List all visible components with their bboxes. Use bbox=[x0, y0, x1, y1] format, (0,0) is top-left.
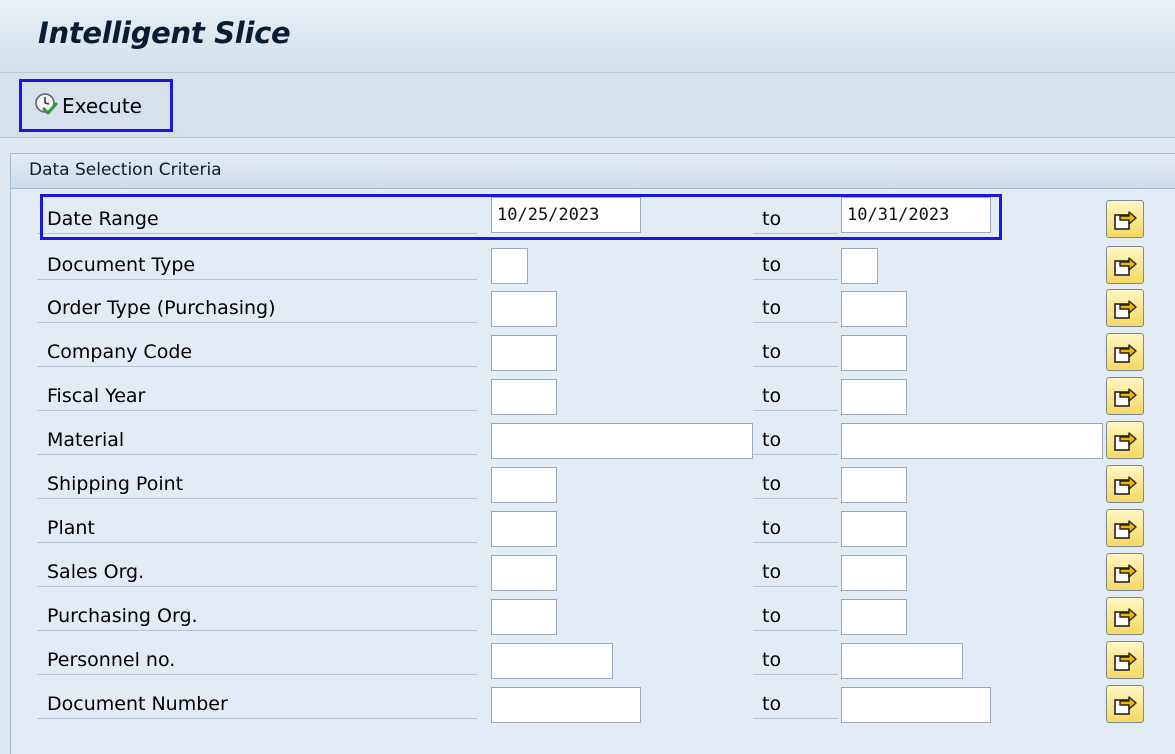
to-label: to bbox=[753, 204, 838, 234]
sales-org-from-input[interactable] bbox=[491, 555, 557, 591]
multiple-selection-arrow-icon bbox=[1114, 520, 1137, 539]
company-code-from-input[interactable] bbox=[491, 335, 557, 371]
to-label: to bbox=[753, 469, 838, 499]
to-label: to bbox=[753, 425, 838, 455]
to-label: to bbox=[753, 645, 838, 675]
to-label: to bbox=[753, 513, 838, 543]
criteria-row-sales-org: Sales Org. to bbox=[11, 553, 1175, 601]
multiple-selection-button[interactable] bbox=[1106, 421, 1144, 459]
multiple-selection-button[interactable] bbox=[1106, 377, 1144, 415]
criteria-row-company-code: Company Code to bbox=[11, 333, 1175, 381]
material-from-input[interactable] bbox=[491, 423, 753, 459]
multiple-selection-arrow-icon bbox=[1114, 388, 1137, 407]
multiple-selection-button[interactable] bbox=[1106, 465, 1144, 503]
order-type-purchasing-to-input[interactable] bbox=[841, 291, 907, 327]
criteria-row-document-type: Document Type to bbox=[11, 246, 1175, 294]
to-label: to bbox=[753, 250, 838, 280]
personnel-no-to-input[interactable] bbox=[841, 643, 963, 679]
multiple-selection-button[interactable] bbox=[1106, 200, 1144, 238]
multiple-selection-arrow-icon bbox=[1114, 211, 1137, 230]
criteria-row-order-type-purchasing: Order Type (Purchasing) to bbox=[11, 289, 1175, 337]
criteria-row-personnel-no: Personnel no. to bbox=[11, 641, 1175, 689]
multiple-selection-button[interactable] bbox=[1106, 553, 1144, 591]
multiple-selection-button[interactable] bbox=[1106, 685, 1144, 723]
row-label: Plant bbox=[37, 513, 477, 543]
date-range-to-input[interactable]: 10/31/2023 bbox=[841, 197, 991, 233]
document-number-to-input[interactable] bbox=[841, 687, 991, 723]
to-label: to bbox=[753, 689, 838, 719]
multiple-selection-button[interactable] bbox=[1106, 597, 1144, 635]
criteria-row-material: Material to bbox=[11, 421, 1175, 469]
shipping-point-to-input[interactable] bbox=[841, 467, 907, 503]
document-type-from-input[interactable] bbox=[491, 248, 528, 284]
criteria-row-date-range: Date Range 10/25/2023 to 10/31/2023 bbox=[11, 197, 1175, 248]
row-label: Date Range bbox=[37, 204, 477, 234]
to-label: to bbox=[753, 337, 838, 367]
criteria-row-document-number: Document Number to bbox=[11, 685, 1175, 733]
row-label: Sales Org. bbox=[37, 557, 477, 587]
page-title: Intelligent Slice bbox=[38, 16, 291, 50]
criteria-row-fiscal-year: Fiscal Year to bbox=[11, 377, 1175, 425]
row-label: Material bbox=[37, 425, 477, 455]
row-label: Fiscal Year bbox=[37, 381, 477, 411]
multiple-selection-button[interactable] bbox=[1106, 641, 1144, 679]
material-to-input[interactable] bbox=[841, 423, 1103, 459]
company-code-to-input[interactable] bbox=[841, 335, 907, 371]
data-selection-criteria-panel: Data Selection Criteria Date Range 10/25/… bbox=[10, 153, 1175, 754]
fiscal-year-from-input[interactable] bbox=[491, 379, 557, 415]
execute-button[interactable]: Execute bbox=[19, 79, 173, 132]
multiple-selection-button[interactable] bbox=[1106, 509, 1144, 547]
row-label: Personnel no. bbox=[37, 645, 477, 675]
row-label: Shipping Point bbox=[37, 469, 477, 499]
criteria-row-shipping-point: Shipping Point to bbox=[11, 465, 1175, 513]
sales-org-to-input[interactable] bbox=[841, 555, 907, 591]
multiple-selection-arrow-icon bbox=[1114, 257, 1137, 276]
multiple-selection-arrow-icon bbox=[1114, 300, 1137, 319]
multiple-selection-arrow-icon bbox=[1114, 476, 1137, 495]
multiple-selection-arrow-icon bbox=[1114, 696, 1137, 715]
panel-header: Data Selection Criteria bbox=[11, 154, 1175, 189]
criteria-row-plant: Plant to bbox=[11, 509, 1175, 557]
criteria-row-purchasing-org: Purchasing Org. to bbox=[11, 597, 1175, 645]
document-number-from-input[interactable] bbox=[491, 687, 641, 723]
to-label: to bbox=[753, 601, 838, 631]
row-label: Company Code bbox=[37, 337, 477, 367]
multiple-selection-arrow-icon bbox=[1114, 564, 1137, 583]
multiple-selection-button[interactable] bbox=[1106, 289, 1144, 327]
multiple-selection-button[interactable] bbox=[1106, 333, 1144, 371]
purchasing-org-from-input[interactable] bbox=[491, 599, 557, 635]
panel-title: Data Selection Criteria bbox=[29, 160, 222, 180]
to-label: to bbox=[753, 381, 838, 411]
title-bar: Intelligent Slice bbox=[0, 0, 1175, 73]
row-label: Document Type bbox=[37, 250, 477, 280]
multiple-selection-arrow-icon bbox=[1114, 652, 1137, 671]
multiple-selection-arrow-icon bbox=[1114, 608, 1137, 627]
multiple-selection-button[interactable] bbox=[1106, 246, 1144, 284]
to-label: to bbox=[753, 293, 838, 323]
toolbar: Execute bbox=[0, 73, 1175, 138]
plant-from-input[interactable] bbox=[491, 511, 557, 547]
shipping-point-from-input[interactable] bbox=[491, 467, 557, 503]
row-label: Order Type (Purchasing) bbox=[37, 293, 477, 323]
to-label: to bbox=[753, 557, 838, 587]
row-label: Document Number bbox=[37, 689, 477, 719]
execute-clock-icon bbox=[34, 92, 62, 120]
document-type-to-input[interactable] bbox=[841, 248, 878, 284]
multiple-selection-arrow-icon bbox=[1114, 432, 1137, 451]
multiple-selection-arrow-icon bbox=[1114, 344, 1137, 363]
date-range-from-input[interactable]: 10/25/2023 bbox=[491, 197, 641, 233]
fiscal-year-to-input[interactable] bbox=[841, 379, 907, 415]
execute-label: Execute bbox=[62, 93, 142, 118]
personnel-no-from-input[interactable] bbox=[491, 643, 613, 679]
order-type-purchasing-from-input[interactable] bbox=[491, 291, 557, 327]
purchasing-org-to-input[interactable] bbox=[841, 599, 907, 635]
row-label: Purchasing Org. bbox=[37, 601, 477, 631]
plant-to-input[interactable] bbox=[841, 511, 907, 547]
